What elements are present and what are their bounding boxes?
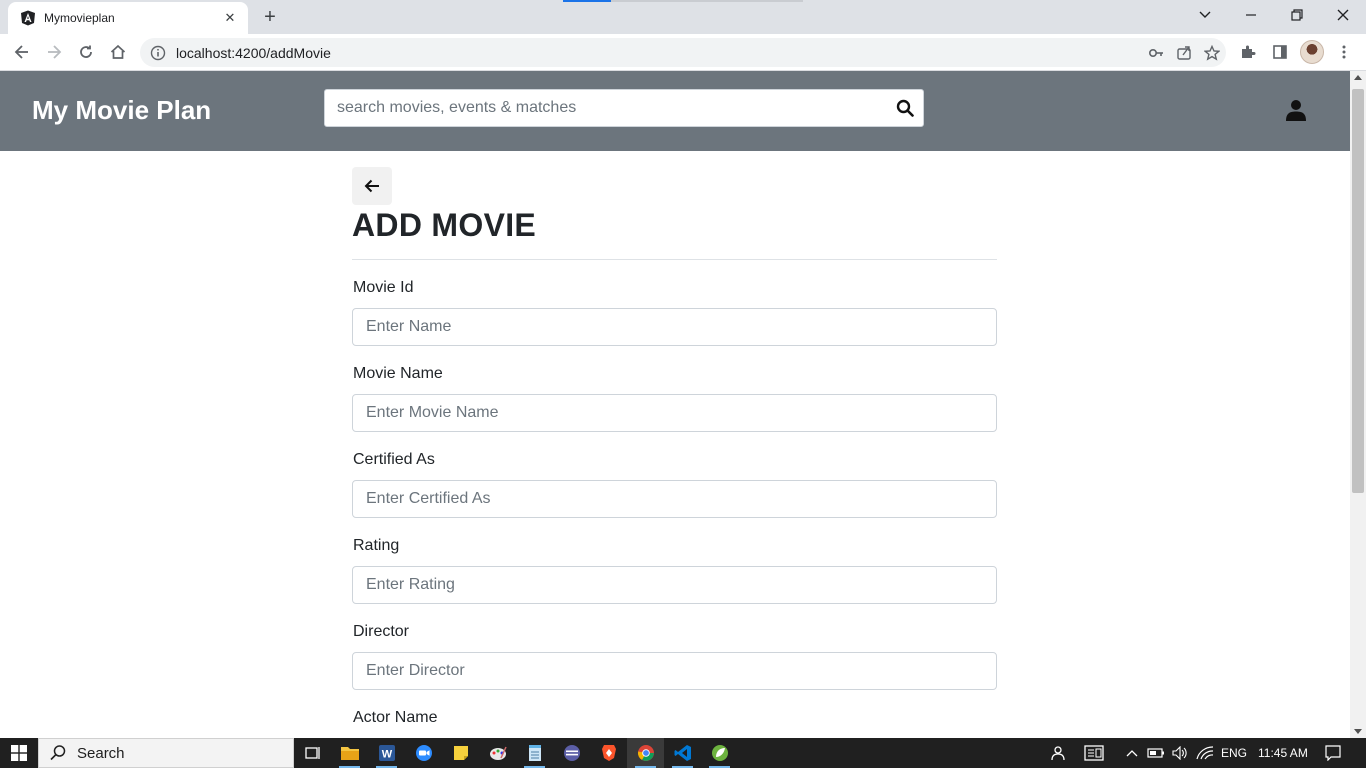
vscode-icon[interactable] <box>664 738 701 768</box>
svg-text:W: W <box>381 749 392 761</box>
key-icon[interactable] <box>1142 39 1170 67</box>
bookmark-star-icon[interactable] <box>1198 39 1226 67</box>
back-button[interactable] <box>352 167 392 205</box>
browser-menu-icon[interactable] <box>1330 38 1358 66</box>
tab-title: Mymovieplan <box>44 11 115 25</box>
people-icon[interactable] <box>1046 738 1068 768</box>
brave-icon[interactable] <box>590 738 627 768</box>
terminal-icon[interactable] <box>553 738 590 768</box>
scroll-up-arrow[interactable] <box>1354 75 1362 80</box>
tab-loading-indicator <box>563 0 611 2</box>
browser-toolbar: localhost:4200/addMovie <box>0 34 1366 71</box>
home-button[interactable] <box>104 38 132 66</box>
search-icon[interactable] <box>891 94 919 122</box>
close-window-button[interactable] <box>1320 0 1366 30</box>
wifi-icon[interactable] <box>1194 738 1216 768</box>
battery-icon[interactable] <box>1146 738 1166 768</box>
minimize-button[interactable] <box>1228 0 1274 30</box>
chrome-icon[interactable] <box>627 738 664 768</box>
movie-name-label: Movie Name <box>353 365 443 382</box>
page-scrollbar[interactable] <box>1350 71 1366 738</box>
web-page: My Movie Plan ADD MOVIE Movie Id Movie N… <box>0 71 1350 738</box>
file-explorer-icon[interactable] <box>331 738 368 768</box>
certified-as-label: Certified As <box>353 451 435 468</box>
forward-nav-button[interactable] <box>40 38 68 66</box>
extensions-icon[interactable] <box>1234 38 1262 66</box>
zoom-icon[interactable] <box>405 738 442 768</box>
movie-search-input[interactable] <box>325 90 885 126</box>
site-navbar: My Movie Plan <box>0 71 1350 151</box>
rating-label: Rating <box>353 537 400 554</box>
user-account-icon[interactable] <box>1282 95 1310 125</box>
tab-search-button[interactable] <box>1182 0 1228 30</box>
taskbar-search-box[interactable]: Search <box>38 738 294 768</box>
browser-tab[interactable]: Mymovieplan ✕ <box>8 2 248 34</box>
windows-start-icon[interactable] <box>0 738 38 768</box>
tab-strip-highlight <box>611 0 803 2</box>
url-text[interactable]: localhost:4200/addMovie <box>176 45 1142 61</box>
taskbar-search-label: Search <box>77 744 125 762</box>
clock-time[interactable]: 11:45 AM <box>1258 738 1308 768</box>
word-icon[interactable]: W <box>368 738 405 768</box>
scroll-down-arrow[interactable] <box>1354 729 1362 734</box>
news-widget-icon[interactable] <box>1082 738 1106 768</box>
angular-icon <box>21 10 35 26</box>
windows-taskbar: Search W ENG 11:45 AM <box>0 738 1366 768</box>
profile-avatar[interactable] <box>1300 40 1324 64</box>
rating-input[interactable] <box>352 566 997 604</box>
address-bar[interactable]: localhost:4200/addMovie <box>140 38 1226 67</box>
site-info-icon[interactable] <box>150 45 166 61</box>
arrow-left-icon <box>364 179 379 193</box>
certified-as-input[interactable] <box>352 480 997 518</box>
input-language[interactable]: ENG <box>1221 738 1247 768</box>
side-panel-icon[interactable] <box>1266 38 1294 66</box>
chevron-up-icon[interactable] <box>1124 738 1140 768</box>
notification-icon[interactable] <box>1322 738 1344 768</box>
site-brand[interactable]: My Movie Plan <box>32 95 211 126</box>
tab-close-icon[interactable]: ✕ <box>222 10 238 26</box>
browser-tab-strip: Mymovieplan ✕ + <box>0 0 1366 34</box>
reload-button[interactable] <box>72 38 100 66</box>
task-view-icon[interactable] <box>294 738 331 768</box>
director-label: Director <box>353 623 410 640</box>
title-divider <box>352 259 997 260</box>
page-title: ADD MOVIE <box>352 207 537 243</box>
actor-name-label: Actor Name <box>353 709 438 726</box>
movie-id-label: Movie Id <box>353 279 414 296</box>
share-icon[interactable] <box>1170 39 1198 67</box>
scrollbar-thumb[interactable] <box>1352 89 1364 493</box>
paint-icon[interactable] <box>479 738 516 768</box>
movie-name-input[interactable] <box>352 394 997 432</box>
back-nav-button[interactable] <box>8 38 36 66</box>
search-icon <box>50 745 66 761</box>
movie-search-box <box>324 89 924 127</box>
notepad-icon[interactable] <box>516 738 553 768</box>
restore-button[interactable] <box>1274 0 1320 30</box>
director-input[interactable] <box>352 652 997 690</box>
spring-tool-icon[interactable] <box>701 738 738 768</box>
movie-id-input[interactable] <box>352 308 997 346</box>
volume-icon[interactable] <box>1170 738 1190 768</box>
sticky-notes-icon[interactable] <box>442 738 479 768</box>
new-tab-button[interactable]: + <box>258 5 282 29</box>
